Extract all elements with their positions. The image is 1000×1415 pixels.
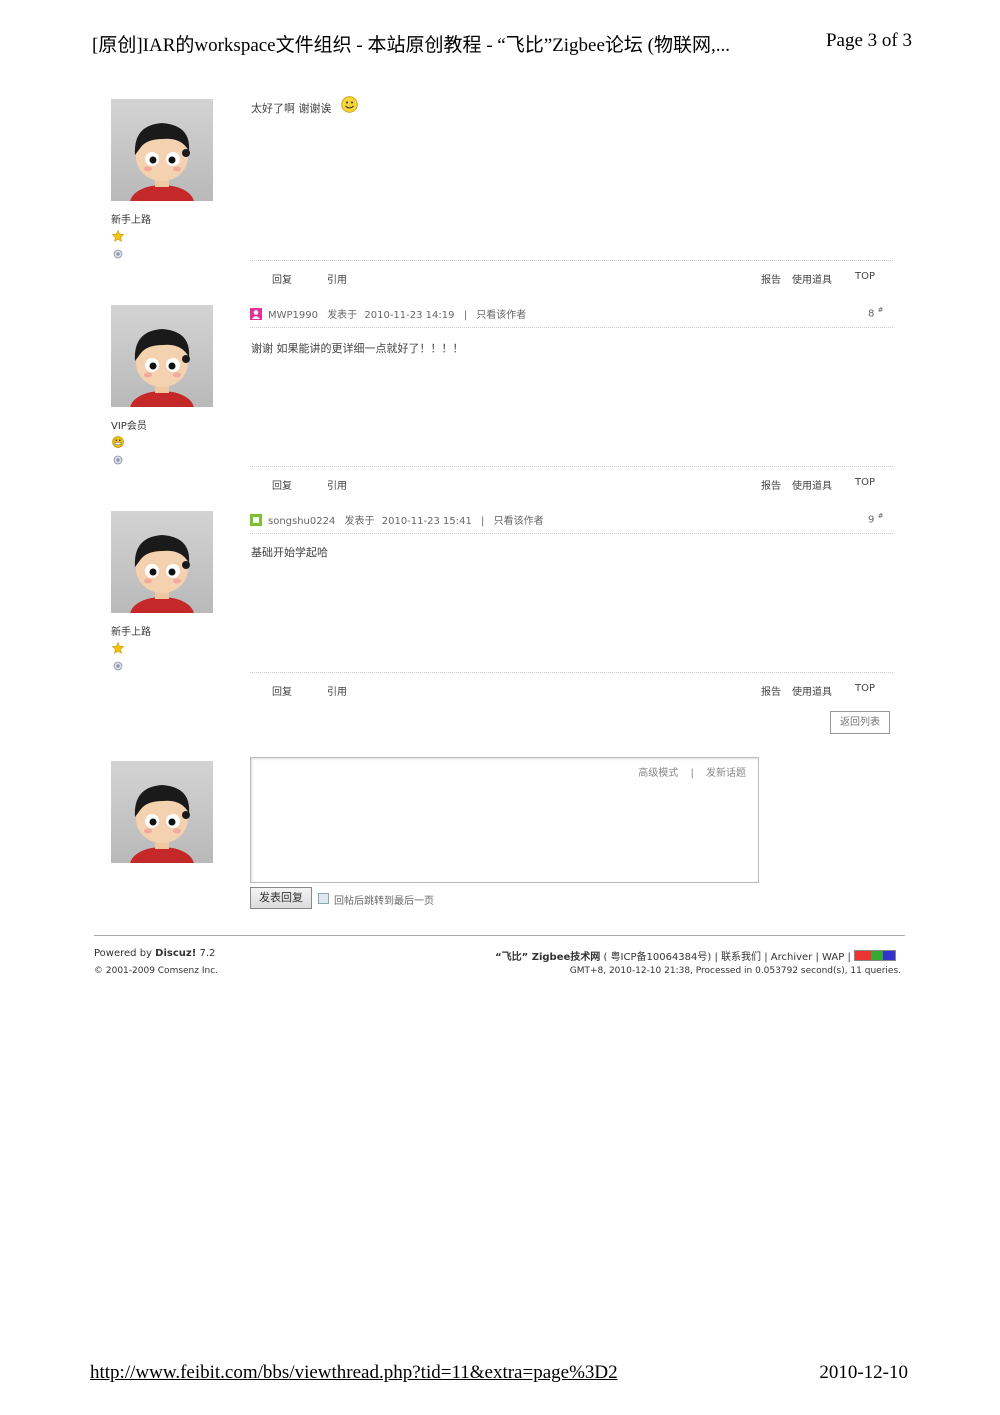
wap-link[interactable]: | WAP | xyxy=(816,952,851,963)
floor-number: 9 # xyxy=(868,512,883,525)
jump-to-last-label: 回帖后跳转到最后一页 xyxy=(334,896,434,907)
footer-divider xyxy=(94,935,905,936)
print-date: 2010-12-10 xyxy=(819,1362,908,1383)
post-item: 新手上路 songshu0224 发表于 2010-11-23 15:41 | … xyxy=(0,412,1000,698)
smile-emoticon-icon xyxy=(341,96,358,113)
user-icon xyxy=(250,514,262,526)
username-link[interactable]: songshu0224 xyxy=(268,516,335,527)
floor-number: 8 # xyxy=(868,306,883,319)
post-datetime: 2010-11-23 14:19 xyxy=(364,310,455,321)
reply-link[interactable]: 回复 xyxy=(272,683,292,698)
cartoon-avatar-icon xyxy=(130,123,194,201)
user-rank: 新手上路 xyxy=(111,627,151,638)
posted-label: 发表于 xyxy=(344,516,375,527)
back-to-list-button[interactable]: 返回列表 xyxy=(830,711,890,734)
tools-link[interactable]: 使用道具 xyxy=(792,683,832,698)
jump-to-last-checkbox[interactable] xyxy=(318,893,329,904)
floor-value: 9 xyxy=(868,514,875,526)
archiver-link[interactable]: | Archiver xyxy=(764,952,812,963)
only-author-link[interactable]: 只看该作者 xyxy=(494,516,544,527)
separator: | xyxy=(463,310,468,321)
footer-links: “飞比” Zigbee技术网 ( 粤ICP备10064384号) | 联系我们 … xyxy=(495,948,896,963)
post-meta: MWP1990 发表于 2010-11-23 14:19 | 只看该作者 xyxy=(250,306,526,321)
discuz-link[interactable]: Discuz! xyxy=(155,948,196,959)
cartoon-avatar-icon xyxy=(130,329,194,407)
avatar[interactable] xyxy=(111,305,213,407)
post-item: 新手上路 太好了啊 谢谢诶 回复 引用 报告 使用道具 TOP xyxy=(0,0,1000,286)
contact-link[interactable]: | 联系我们 xyxy=(714,952,761,963)
divider xyxy=(250,327,893,328)
divider xyxy=(250,533,893,534)
divider xyxy=(250,672,893,673)
only-author-link[interactable]: 只看该作者 xyxy=(476,310,526,321)
offline-status-icon xyxy=(113,661,123,671)
avatar xyxy=(111,761,213,863)
report-link[interactable]: 报告 xyxy=(761,683,781,698)
post-message: 太好了啊 谢谢诶 xyxy=(251,96,358,116)
submit-reply-button[interactable]: 发表回复 xyxy=(250,887,312,909)
post-message: 基础开始学起哈 xyxy=(251,546,328,559)
copyright: © 2001-2009 Comsenz Inc. xyxy=(94,966,219,976)
posted-label: 发表于 xyxy=(327,310,358,321)
icp-link[interactable]: ( 粤ICP备10064384号) xyxy=(603,952,711,963)
cartoon-avatar-icon xyxy=(130,535,194,613)
username-link[interactable]: MWP1990 xyxy=(268,310,318,321)
advanced-mode-link[interactable]: 高级模式 xyxy=(638,768,678,779)
floor-mark: # xyxy=(877,306,884,314)
separator: | xyxy=(690,768,694,779)
page-url[interactable]: http://www.feibit.com/bbs/viewthread.php… xyxy=(90,1362,618,1384)
site-name-link[interactable]: “飞比” Zigbee技术网 xyxy=(495,952,600,963)
powered-prefix: Powered by xyxy=(94,948,152,959)
star-icon xyxy=(112,642,124,654)
avatar[interactable] xyxy=(111,99,213,201)
cartoon-avatar-icon xyxy=(130,785,194,863)
top-link[interactable]: TOP xyxy=(855,683,875,694)
discuz-version: 7.2 xyxy=(199,948,216,959)
floor-value: 8 xyxy=(868,308,875,320)
post-message: 谢谢 如果能讲的更详细一点就好了！！！！ xyxy=(251,342,464,355)
avatar[interactable] xyxy=(111,511,213,613)
user-icon xyxy=(250,308,262,320)
cnzz-stats-icon[interactable] xyxy=(854,950,896,961)
quote-link[interactable]: 引用 xyxy=(327,683,347,698)
powered-by: Powered by Discuz! 7.2 xyxy=(94,948,215,959)
post-meta: songshu0224 发表于 2010-11-23 15:41 | 只看该作者 xyxy=(250,512,544,527)
floor-mark: # xyxy=(877,512,884,520)
reply-box-links: 高级模式 | 发新话题 xyxy=(638,764,746,779)
separator: | xyxy=(481,516,485,527)
post-item: VIP会员 MWP1990 发表于 2010-11-23 14:19 | 只看该… xyxy=(0,206,1000,492)
reply-textarea[interactable]: 高级模式 | 发新话题 xyxy=(250,757,759,883)
post-datetime: 2010-11-23 15:41 xyxy=(381,516,472,527)
processing-stats: GMT+8, 2010-12-10 21:38, Processed in 0.… xyxy=(569,966,901,976)
new-topic-link[interactable]: 发新话题 xyxy=(706,768,746,779)
